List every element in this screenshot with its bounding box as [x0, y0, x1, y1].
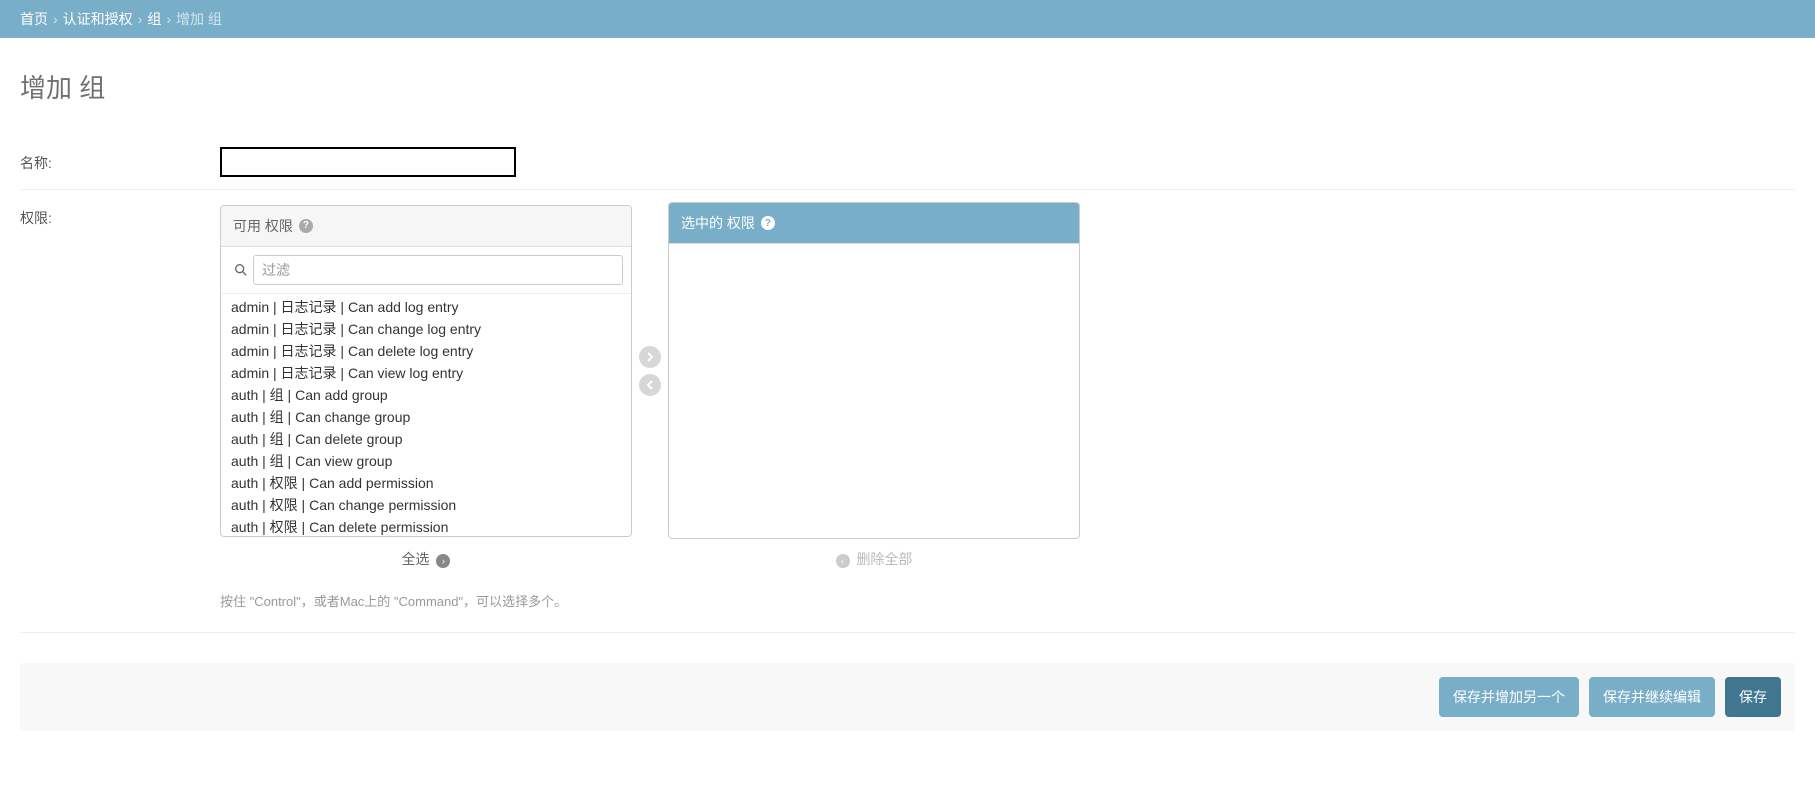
breadcrumb-model[interactable]: 组: [147, 9, 161, 29]
permission-option[interactable]: admin | 日志记录 | Can add log entry: [221, 296, 631, 318]
submit-row: 保存并增加另一个 保存并继续编辑 保存: [20, 663, 1795, 731]
permission-option[interactable]: admin | 日志记录 | Can delete log entry: [221, 340, 631, 362]
breadcrumb-separator: ›: [53, 11, 58, 27]
name-input[interactable]: [220, 147, 516, 177]
chosen-permissions-header: 选中的 权限 ?: [669, 203, 1079, 244]
permission-option[interactable]: admin | 日志记录 | Can view log entry: [221, 362, 631, 384]
permission-option[interactable]: auth | 权限 | Can add permission: [221, 472, 631, 494]
breadcrumb-current: 增加 组: [176, 9, 222, 29]
form-row-name: 名称:: [20, 135, 1795, 190]
chosen-permissions-title: 选中的 权限: [681, 213, 755, 233]
breadcrumb-separator: ›: [166, 11, 171, 27]
permission-option[interactable]: admin | 日志记录 | Can change log entry: [221, 318, 631, 340]
permission-option[interactable]: auth | 权限 | Can change permission: [221, 494, 631, 516]
page-title: 增加 组: [20, 68, 1795, 105]
filter-row: [221, 247, 631, 294]
name-label: 名称:: [20, 147, 220, 173]
filter-input[interactable]: [253, 255, 623, 285]
form-row-permissions: 权限: 可用 权限 ? admin | 日志记录 | Can add lo: [20, 190, 1795, 633]
chosen-permissions-panel: 选中的 权限 ?: [668, 202, 1080, 539]
available-options[interactable]: admin | 日志记录 | Can add log entryadmin | …: [221, 294, 631, 536]
permission-option[interactable]: auth | 组 | Can delete group: [221, 428, 631, 450]
breadcrumb-section[interactable]: 认证和授权: [63, 9, 133, 29]
available-permissions-panel: 可用 权限 ? admin | 日志记录 | Can add log entry…: [220, 205, 632, 537]
permission-option[interactable]: auth | 权限 | Can delete permission: [221, 516, 631, 536]
available-permissions-title: 可用 权限: [233, 216, 293, 236]
permissions-help-text: 按住 "Control"，或者Mac上的 "Command"，可以选择多个。: [220, 591, 1795, 610]
permissions-label: 权限:: [20, 202, 220, 228]
available-permissions-header: 可用 权限 ?: [221, 206, 631, 247]
permission-option[interactable]: auth | 组 | Can change group: [221, 406, 631, 428]
remove-all-link: ‹ 删除全部: [836, 551, 913, 567]
permission-option[interactable]: auth | 组 | Can view group: [221, 450, 631, 472]
chevron-right-icon: ›: [436, 554, 450, 568]
breadcrumb: 首页 › 认证和授权 › 组 › 增加 组: [0, 0, 1815, 38]
save-button[interactable]: 保存: [1725, 677, 1781, 717]
breadcrumb-separator: ›: [138, 11, 143, 27]
search-icon: [229, 262, 253, 278]
help-icon[interactable]: ?: [761, 216, 775, 230]
save-continue-button[interactable]: 保存并继续编辑: [1589, 677, 1715, 717]
add-selected-button[interactable]: [639, 346, 661, 368]
save-add-another-button[interactable]: 保存并增加另一个: [1439, 677, 1579, 717]
selector-footer: 全选 › ‹ 删除全部: [220, 545, 1280, 573]
chevron-left-icon: ‹: [836, 554, 850, 568]
permission-option[interactable]: auth | 组 | Can add group: [221, 384, 631, 406]
breadcrumb-home[interactable]: 首页: [20, 9, 48, 29]
choose-all-label: 全选: [402, 551, 430, 567]
remove-selected-button[interactable]: [639, 374, 661, 396]
chosen-options[interactable]: [669, 244, 1079, 538]
remove-all-label: 删除全部: [856, 551, 912, 567]
selector-middle: [634, 346, 666, 396]
help-icon[interactable]: ?: [299, 219, 313, 233]
choose-all-link[interactable]: 全选 ›: [402, 551, 451, 567]
